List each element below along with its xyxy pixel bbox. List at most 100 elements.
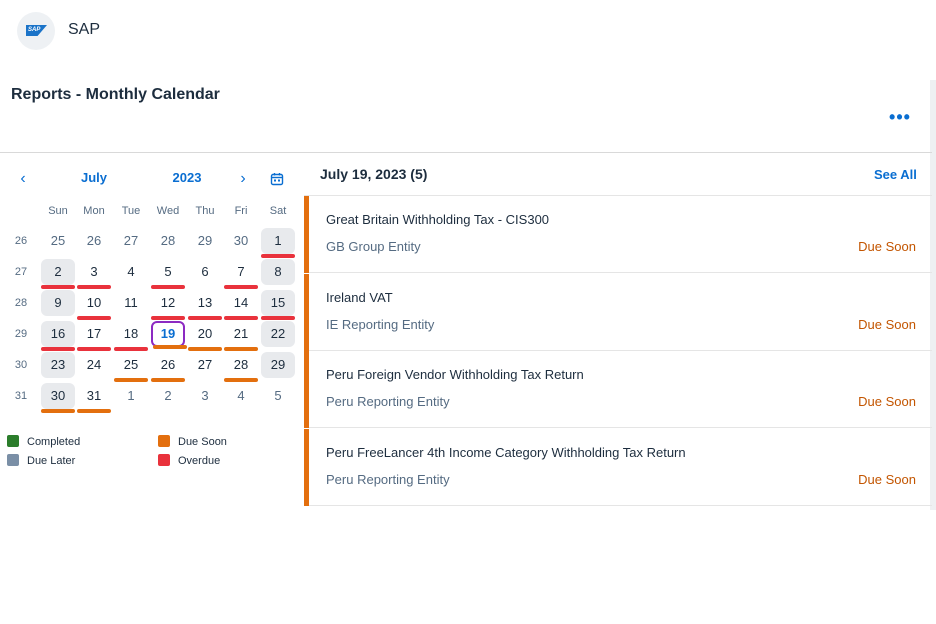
calendar-day[interactable]: 17 [77,321,111,351]
calendar-day[interactable]: 15 [261,290,295,320]
day-number: 3 [90,264,98,279]
calendar-day[interactable]: 30 [224,228,258,254]
overdue-indicator [151,316,185,320]
calendar-day-selected[interactable]: 19 [151,321,187,349]
day-number: 30 [50,388,66,403]
calendar-day[interactable]: 4 [224,383,258,409]
day-number: 14 [233,295,249,310]
week-number: 31 [14,390,28,402]
sap-logo-icon: SAP [26,25,47,36]
calendar-day[interactable]: 2 [151,383,185,409]
more-options-button[interactable]: ••• [888,108,912,130]
calendar-day[interactable]: 1 [114,383,148,409]
calendar-day[interactable]: 4 [114,259,148,285]
status-badge: Due Soon [858,239,916,254]
calendar-day[interactable]: 22 [261,321,295,347]
selected-date-heading: July 19, 2023 (5) [320,166,428,182]
calendar-day[interactable]: 21 [224,321,258,351]
week-number: 30 [14,359,28,371]
calendar-day[interactable]: 18 [114,321,148,351]
year-picker-button[interactable]: 2023 [162,170,212,190]
calendar-day[interactable]: 9 [41,290,75,316]
calendar-day[interactable]: 26 [151,352,185,382]
calendar-day[interactable]: 5 [151,259,185,289]
overdue-indicator [77,285,111,289]
overdue-indicator [114,347,148,351]
report-list-item[interactable]: Great Britain Withholding Tax - CIS300 GB… [304,196,932,273]
due-soon-indicator [153,345,187,349]
day-number: 12 [160,295,176,310]
calendar-day[interactable]: 29 [261,352,295,378]
calendar-day[interactable]: 5 [261,383,295,409]
status-badge: Due Soon [858,394,916,409]
calendar-day[interactable]: 29 [188,228,222,254]
day-number: 28 [160,233,176,248]
today-calendar-icon[interactable] [270,172,286,192]
day-number: 16 [50,326,66,341]
calendar-day[interactable]: 3 [77,259,111,289]
status-accent-bar [304,351,309,428]
calendar-day[interactable]: 7 [224,259,258,289]
day-number: 20 [197,326,213,341]
calendar-day[interactable]: 30 [41,383,75,413]
overdue-indicator [41,347,75,351]
overdue-indicator [224,285,258,289]
calendar-day[interactable]: 26 [77,228,111,254]
calendar-day[interactable]: 14 [224,290,258,320]
status-accent-bar [304,196,309,273]
calendar-day[interactable]: 12 [151,290,185,320]
next-month-button[interactable]: › [236,170,250,190]
day-number: 4 [127,264,135,279]
header-divider [0,152,932,153]
day-number: 8 [274,264,282,279]
day-number: 24 [86,357,102,372]
report-list-item[interactable]: Peru FreeLancer 4th Income Category With… [304,428,932,506]
overdue-indicator [224,316,258,320]
legend-swatch [158,454,170,466]
calendar-day[interactable]: 28 [151,228,185,254]
calendar-day[interactable]: 1 [261,228,295,258]
calendar-day[interactable]: 25 [41,228,75,254]
weekday-label: Wed [156,205,180,217]
calendar-day[interactable]: 25 [114,352,148,382]
report-list-item[interactable]: Peru Foreign Vendor Withholding Tax Retu… [304,351,932,428]
report-entity: GB Group Entity [326,239,421,254]
month-picker-button[interactable]: July [64,170,124,190]
overdue-indicator [77,347,111,351]
day-number: 6 [201,264,209,279]
calendar-day[interactable]: 11 [114,290,148,316]
calendar-day[interactable]: 23 [41,352,75,378]
day-number: 30 [233,233,249,248]
calendar-day[interactable]: 3 [188,383,222,409]
see-all-link[interactable]: See All [874,167,917,182]
sap-logo-avatar[interactable]: SAP [17,12,55,50]
legend-item: Due Later [7,454,75,467]
day-number: 13 [197,295,213,310]
status-accent-bar [304,428,309,506]
legend-swatch [7,435,19,447]
weekday-label: Thu [195,205,215,217]
calendar-day[interactable]: 2 [41,259,75,289]
due-soon-indicator [151,378,185,382]
calendar-day[interactable]: 28 [224,352,258,382]
calendar-day[interactable]: 27 [114,228,148,254]
report-title: Peru Foreign Vendor Withholding Tax Retu… [326,367,584,382]
calendar-day[interactable]: 8 [261,259,295,285]
calendar-day[interactable]: 27 [188,352,222,378]
day-number: 5 [274,388,282,403]
report-entity: IE Reporting Entity [326,316,435,332]
calendar-day[interactable]: 10 [77,290,111,320]
calendar-day[interactable]: 6 [188,259,222,285]
calendar-day[interactable]: 16 [41,321,75,351]
calendar-day[interactable]: 20 [188,321,222,351]
overdue-indicator [151,285,185,289]
prev-month-button[interactable]: ‹ [16,170,30,190]
day-number: 22 [270,326,286,341]
status-badge: Due Soon [858,316,916,332]
report-title: Peru FreeLancer 4th Income Category With… [326,444,686,460]
calendar-day[interactable]: 13 [188,290,222,320]
legend-label: Overdue [178,455,221,467]
report-list-item[interactable]: Ireland VAT IE Reporting Entity Due Soon [304,273,932,351]
calendar-day[interactable]: 24 [77,352,111,378]
calendar-day[interactable]: 31 [77,383,111,413]
